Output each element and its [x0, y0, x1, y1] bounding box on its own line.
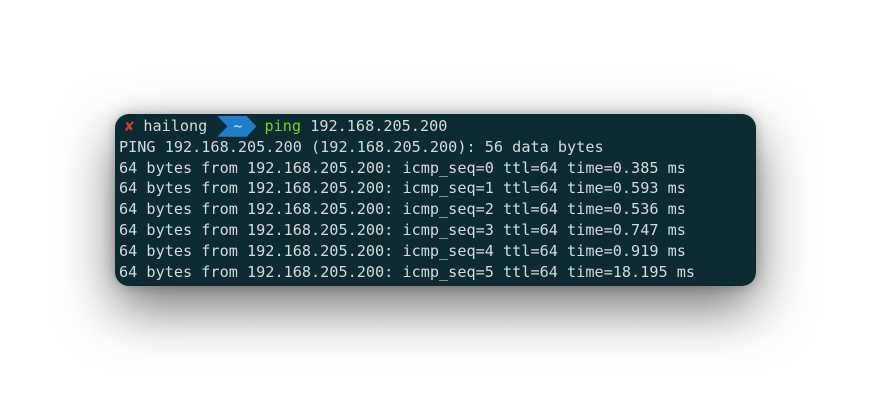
error-status-icon: ✘ — [125, 117, 135, 135]
output-line-reply: 64 bytes from 192.168.205.200: icmp_seq=… — [119, 200, 686, 219]
command-args: 192.168.205.200 — [310, 117, 448, 135]
prompt-directory-segment: ~ — [217, 116, 256, 137]
command-name: ping — [264, 117, 302, 135]
output-line-header: PING 192.168.205.200 (192.168.205.200): … — [119, 137, 604, 156]
shell-prompt: ✘ hailong ~ ping 192.168.205.200 — [119, 116, 756, 137]
output-line-reply: 64 bytes from 192.168.205.200: icmp_seq=… — [119, 179, 686, 198]
output-line-reply: 64 bytes from 192.168.205.200: icmp_seq=… — [119, 220, 686, 239]
terminal-output: ✘ hailong ~ ping 192.168.205.200 PING 19… — [119, 116, 756, 282]
prompt-command: ping 192.168.205.200 — [264, 116, 447, 137]
prompt-user-segment: ✘ hailong — [119, 116, 211, 137]
prompt-username: hailong — [143, 117, 208, 135]
output-line-reply: 64 bytes from 192.168.205.200: icmp_seq=… — [119, 241, 686, 260]
output-line-reply: 64 bytes from 192.168.205.200: icmp_seq=… — [119, 262, 696, 281]
terminal-window[interactable]: ✘ hailong ~ ping 192.168.205.200 PING 19… — [115, 114, 756, 286]
output-line-reply: 64 bytes from 192.168.205.200: icmp_seq=… — [119, 158, 686, 177]
